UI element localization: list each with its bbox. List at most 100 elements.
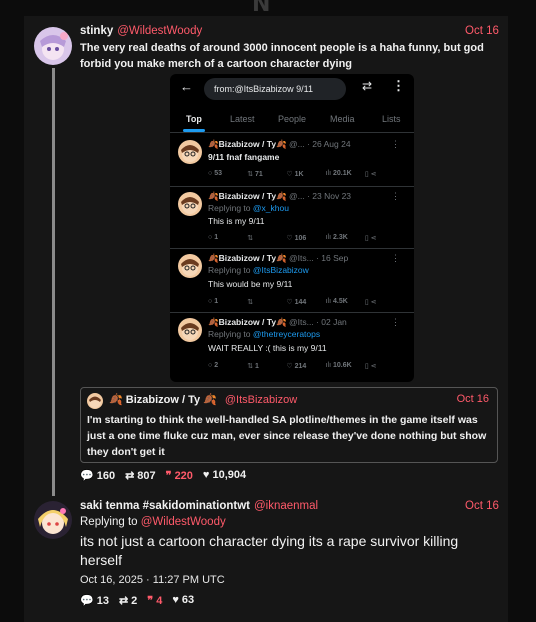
reply-count: 160 (96, 470, 116, 482)
like-count: 10,904 (212, 469, 247, 481)
quote-icon: ❞ (147, 595, 154, 607)
tab-underline (183, 129, 205, 132)
list-item: 🍂Bizabizow / Ty🍂 @... · 26 Aug 24 ⋮ 9/11… (170, 134, 414, 187)
quote-handle[interactable]: @ItsBizabizow (225, 394, 297, 406)
tab-media: Media (330, 114, 355, 124)
tweet-header: 🍂Bizabizow / Ty🍂 @... · 26 Aug 24 (208, 139, 351, 150)
reply-count: 1 (214, 298, 219, 305)
post-text: The very real deaths of around 3000 inno… (80, 42, 484, 70)
quote-header: 🍂 Bizabizow / Ty 🍂 @ItsBizabizow (109, 393, 297, 406)
reply-stat[interactable]: 💬 160 (80, 469, 115, 482)
more-icon: ⋮ (391, 139, 400, 149)
tweet-header: 🍂Bizabizow / Ty🍂 @... · 23 Nov 23 (208, 191, 351, 202)
reply-count: 1 (214, 234, 219, 241)
tweet-date: · 02 Jan (316, 317, 347, 327)
tweet-author: 🍂Bizabizow / Ty🍂 (208, 139, 287, 149)
post-text: its not just a cartoon character dying i… (80, 533, 459, 568)
post-stats: 💬 160 ⇄ 807 ❞ 220 ♥ 10,904 (80, 469, 246, 482)
avatar (178, 318, 202, 342)
quote-date[interactable]: Oct 16 (457, 393, 489, 405)
tweet-handle: @Its... (289, 317, 314, 327)
repost-icon: ⇄ (118, 595, 129, 607)
reply-stat[interactable]: 💬 13 (80, 594, 109, 607)
repost-stat[interactable]: ⇄ 2 (119, 594, 137, 607)
like-stat[interactable]: ♥ 63 (172, 594, 194, 607)
heart-icon: ♥ (172, 594, 179, 606)
like-stat[interactable]: ♥ 10,904 (203, 469, 246, 482)
quote-icon: ❞ (165, 470, 172, 482)
tweet-text: WAIT REALLY :( this is my 9/11 (208, 343, 327, 353)
more-icon: ⋮ (391, 191, 400, 201)
embedded-screenshot[interactable]: ← from:@ItsBizabizow 9/11 ⇄ ⋮ Top Latest… (170, 74, 414, 382)
like-count: 63 (181, 594, 195, 606)
author-name[interactable]: stinky (80, 25, 113, 37)
like-count: 214 (294, 363, 307, 370)
avatar (178, 192, 202, 216)
quote-stat[interactable]: ❞ 4 (147, 594, 162, 607)
more-icon: ⋮ (391, 253, 400, 263)
tweet-date: · 23 Nov 23 (307, 191, 352, 201)
repost-count: 71 (255, 171, 263, 178)
avatar[interactable] (34, 27, 72, 65)
search-tabs: Top Latest People Media Lists (170, 110, 414, 133)
reply-count: 53 (214, 170, 222, 177)
tweet-header: 🍂Bizabizow / Ty🍂 @Its... · 16 Sep (208, 253, 348, 264)
filter-icon: ⇄ (362, 79, 373, 93)
heart-icon: ♥ (202, 469, 210, 481)
reply-count: 13 (96, 595, 109, 607)
tweet-text: 9/11 fnaf fangame (208, 152, 280, 162)
post-date[interactable]: Oct 16 (465, 25, 499, 37)
post-timestamp[interactable]: Oct 16, 2025 · 11:27 PM UTC (80, 574, 225, 586)
top-logo-glyph: N (252, 0, 271, 17)
more-icon: ⋮ (392, 78, 405, 93)
quote-count: 220 (174, 470, 193, 482)
reply-count: 2 (214, 362, 219, 369)
reply-context: Replying to @thetreyceratops (208, 329, 321, 339)
post-stats: 💬 13 ⇄ 2 ❞ 4 ♥ 63 (80, 594, 194, 607)
reply-handle[interactable]: @WildestWoody (141, 516, 226, 528)
avatar (178, 140, 202, 164)
back-arrow-icon: ← (180, 79, 193, 94)
view-count: 2.3K (333, 234, 348, 241)
list-item: 🍂Bizabizow / Ty🍂 @... · 23 Nov 23 ⋮ Repl… (170, 186, 414, 249)
reply-context: Replying to @ItsBizabizow (208, 265, 309, 275)
repost-count: 2 (131, 595, 138, 607)
quoted-post[interactable]: 🍂 Bizabizow / Ty 🍂 @ItsBizabizow Oct 16 I… (80, 387, 498, 463)
like-count: 1K (294, 171, 304, 178)
avatar[interactable] (34, 501, 72, 539)
repost-icon: ⇄ (125, 470, 135, 482)
tweet-date: · 16 Sep (316, 253, 349, 263)
reply-context: Replying to @WildestWoody (80, 516, 226, 528)
tweet-handle: @Its... (289, 253, 314, 263)
tweet-handle: @... (289, 191, 305, 201)
tweet-author: 🍂Bizabizow / Ty🍂 (208, 317, 287, 327)
post-date[interactable]: Oct 16 (465, 500, 499, 512)
author-handle[interactable]: @iknaenmal (254, 500, 318, 512)
thread-connector-line (52, 68, 55, 496)
like-count: 106 (294, 235, 307, 242)
post-header: saki tenma #sakidominationtwt @iknaenmal (80, 500, 318, 512)
post-header: stinky @WildestWoody (80, 25, 202, 37)
quote-stat[interactable]: ❞ 220 (166, 469, 193, 482)
reply-handle: @ItsBizabizow (252, 265, 309, 275)
list-item: 🍂Bizabizow / Ty🍂 @Its... · 16 Sep ⋮ Repl… (170, 248, 414, 313)
avatar (178, 254, 202, 278)
view-count: 20.1K (333, 170, 352, 177)
tweet-actions: ○ 1 ⇅ ♡ 106 ılı 2.3K ▯ ⋖ (208, 234, 377, 242)
tweet-handle: @... (289, 139, 305, 149)
repost-count: 807 (137, 470, 156, 482)
tweet-author: 🍂Bizabizow / Ty🍂 (208, 191, 287, 201)
tweet-text: This is my 9/11 (208, 216, 265, 226)
author-name[interactable]: saki tenma #sakidominationtwt (80, 500, 250, 512)
quote-count: 4 (156, 595, 163, 607)
tab-top: Top (186, 114, 202, 124)
list-item: 🍂Bizabizow / Ty🍂 @Its... · 02 Jan ⋮ Repl… (170, 312, 414, 382)
view-count: 10.6K (333, 362, 352, 369)
author-handle[interactable]: @WildestWoody (117, 25, 202, 37)
reply-handle: @x_khou (252, 203, 289, 213)
tweet-header: 🍂Bizabizow / Ty🍂 @Its... · 02 Jan (208, 317, 347, 328)
tweet-author: 🍂Bizabizow / Ty🍂 (208, 253, 287, 263)
quote-author[interactable]: 🍂 Bizabizow / Ty 🍂 (109, 394, 217, 406)
like-count: 144 (294, 299, 307, 306)
repost-stat[interactable]: ⇄ 807 (125, 469, 156, 482)
